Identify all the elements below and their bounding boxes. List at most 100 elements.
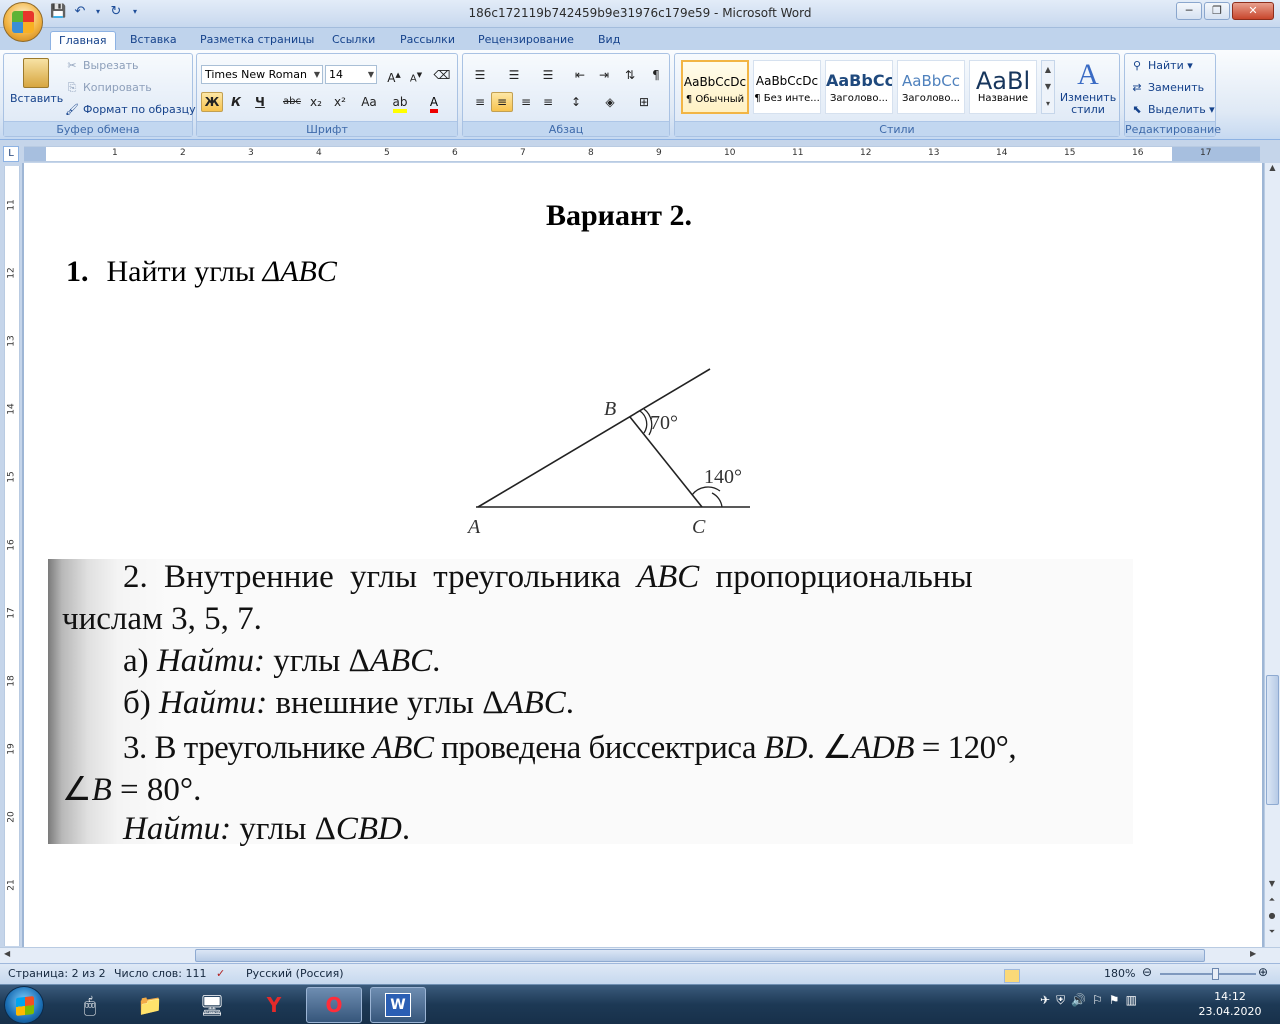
bold-button[interactable]: Ж <box>201 92 223 112</box>
font-name-select[interactable]: Times New Roman ▼ <box>201 65 323 84</box>
math: BD <box>763 730 808 766</box>
copy-button[interactable]: ⎘ Копировать <box>64 78 152 98</box>
tab-view[interactable]: Вид <box>590 31 628 50</box>
scroll-up-icon[interactable]: ▲ <box>1265 163 1280 177</box>
system-app-icon[interactable]: 🖥 <box>184 987 240 1023</box>
horizontal-scrollbar[interactable]: ◀ ▶ <box>0 947 1280 963</box>
horizontal-ruler[interactable]: 1 2 3 4 5 6 7 8 9 10 11 12 13 14 15 16 17 <box>24 146 1260 162</box>
format-painter-button[interactable]: 🖌 Формат по образцу <box>64 100 196 120</box>
superscript-button[interactable]: x² <box>329 92 351 112</box>
start-button[interactable] <box>4 986 44 1024</box>
tab-insert[interactable]: Вставка <box>122 31 185 50</box>
zoom-slider[interactable] <box>1160 968 1256 980</box>
vertical-scroll-thumb[interactable] <box>1266 675 1279 805</box>
ruler-tick-label: 10 <box>724 148 736 158</box>
borders-icon[interactable]: ⊞ <box>633 92 655 112</box>
minimize-button[interactable]: ─ <box>1176 2 1202 20</box>
scanned-image[interactable]: 2. Внутренние углы треугольника ABC проп… <box>48 559 1133 847</box>
network-icon[interactable]: ⚐ <box>1092 993 1103 1008</box>
zoom-level[interactable]: 180% <box>1104 967 1135 980</box>
zoom-in-icon[interactable]: ⊕ <box>1258 965 1268 979</box>
word-count[interactable]: Число слов: 111 <box>114 967 207 980</box>
line-spacing-icon[interactable]: ↕ <box>565 92 587 112</box>
align-center-icon[interactable]: ≡ <box>491 92 513 112</box>
yandex-browser-icon[interactable]: Y <box>246 987 302 1023</box>
ruler-tick-label: 17 <box>1200 148 1212 158</box>
change-styles-button[interactable]: A Изменить стили <box>1059 58 1117 116</box>
language[interactable]: Русский (Россия) <box>246 967 344 980</box>
change-case-button[interactable]: Аа <box>355 92 383 112</box>
align-left-icon[interactable]: ≡ <box>469 92 491 112</box>
replace-button[interactable]: ⇄ Заменить <box>1129 78 1204 98</box>
mouse-app-icon[interactable]: 🖱 <box>62 987 118 1023</box>
security-icon[interactable]: ⛨ <box>1056 993 1065 1008</box>
tab-review[interactable]: Рецензирование <box>470 31 582 50</box>
justify-icon[interactable]: ≡ <box>537 92 559 112</box>
style-heading-2[interactable]: AaBbCc Заголово... <box>897 60 965 114</box>
clock[interactable]: 14:12 23.04.2020 <box>1190 989 1270 1019</box>
grow-font-button[interactable]: A▲ <box>383 65 405 85</box>
align-right-icon[interactable]: ≡ <box>515 92 537 112</box>
network-status-icon[interactable]: ▥ <box>1126 993 1137 1008</box>
font-size-select[interactable]: 14 ▼ <box>325 65 377 84</box>
decrease-indent-icon[interactable]: ⇤ <box>569 65 591 85</box>
underline-button[interactable]: Ч <box>249 92 271 112</box>
close-button[interactable]: ✕ <box>1232 2 1274 20</box>
style-no-spacing[interactable]: AaBbCcDc ¶ Без инте... <box>753 60 821 114</box>
office-button[interactable] <box>3 2 43 42</box>
proofing-icon[interactable]: ✓ <box>216 967 225 980</box>
style-heading-1[interactable]: AaBbCc Заголово... <box>825 60 893 114</box>
tab-home[interactable]: Главная <box>50 31 116 50</box>
explorer-icon[interactable]: 📁 <box>122 987 178 1023</box>
tab-references[interactable]: Ссылки <box>324 31 383 50</box>
tab-mailings[interactable]: Рассылки <box>392 31 463 50</box>
scroll-down-icon[interactable]: ▼ <box>1265 879 1279 888</box>
sort-icon[interactable]: ⇅ <box>619 65 641 85</box>
italic-button[interactable]: К <box>225 92 247 112</box>
multilevel-list-icon[interactable]: ☰ <box>537 65 559 85</box>
numbering-icon[interactable]: ☰ <box>503 65 525 85</box>
opera-icon[interactable]: O <box>306 987 362 1023</box>
document-area[interactable]: Вариант 2. 1. Найти углы ΔABC A B C 70° 1… <box>22 163 1264 947</box>
bullets-icon[interactable]: ☰ <box>469 65 491 85</box>
page[interactable]: Вариант 2. 1. Найти углы ΔABC A B C 70° 1… <box>24 163 1262 947</box>
find-button[interactable]: ⚲ Найти ▾ <box>1129 56 1193 76</box>
volume-icon[interactable]: 🔊 <box>1071 993 1086 1008</box>
horizontal-scroll-thumb[interactable] <box>195 949 1205 962</box>
shading-icon[interactable]: ◈ <box>599 92 621 112</box>
font-color-icon[interactable]: A <box>423 92 445 113</box>
paste-button[interactable]: Вставить <box>10 58 63 120</box>
tab-page-layout[interactable]: Разметка страницы <box>192 31 322 50</box>
style-normal[interactable]: AaBbCcDc ¶ Обычный <box>681 60 749 114</box>
font-size-value: 14 <box>329 68 343 81</box>
vertical-ruler[interactable]: 11 12 13 14 15 16 17 18 19 20 21 <box>4 166 20 946</box>
style-name: Заголово... <box>902 93 960 104</box>
clear-format-button[interactable]: ⌫ <box>431 65 453 85</box>
zoom-out-icon[interactable]: ⊖ <box>1142 965 1152 979</box>
shrink-font-button[interactable]: A▼ <box>405 65 427 85</box>
draft-icon[interactable] <box>1004 969 1020 983</box>
scroll-right-icon[interactable]: ▶ <box>1250 949 1256 958</box>
prev-page-icon[interactable]: ⏶ <box>1265 895 1279 905</box>
show-marks-button[interactable]: ¶ <box>645 65 667 85</box>
telegram-icon[interactable]: ✈ <box>1040 993 1050 1008</box>
select-button[interactable]: ⬉ Выделить ▾ <box>1129 100 1214 120</box>
ruler-tick-label: 6 <box>452 148 458 158</box>
flag-icon[interactable]: ⚑ <box>1109 993 1120 1008</box>
strikethrough-button[interactable]: abc <box>281 92 303 112</box>
next-page-icon[interactable]: ⏷ <box>1265 927 1279 937</box>
page-count[interactable]: Страница: 2 из 2 <box>8 967 106 980</box>
browse-object-icon[interactable]: ● <box>1265 911 1279 920</box>
cut-button[interactable]: ✂ Вырезать <box>64 56 138 76</box>
maximize-button[interactable]: ❐ <box>1204 2 1230 20</box>
zoom-slider-thumb[interactable] <box>1212 968 1219 980</box>
increase-indent-icon[interactable]: ⇥ <box>593 65 615 85</box>
style-title[interactable]: AaBl Название <box>969 60 1037 114</box>
subscript-button[interactable]: x₂ <box>305 92 327 112</box>
tab-selector[interactable]: L <box>3 146 19 162</box>
scroll-left-icon[interactable]: ◀ <box>4 949 10 958</box>
word-taskbar-icon[interactable]: W <box>370 987 426 1023</box>
vertical-scrollbar[interactable]: ▲ ▼ ⏶ ● ⏷ <box>1264 163 1280 947</box>
highlight-icon[interactable]: ab <box>389 92 411 113</box>
styles-scroll[interactable]: ▲ ▼ ▾ <box>1041 60 1055 114</box>
